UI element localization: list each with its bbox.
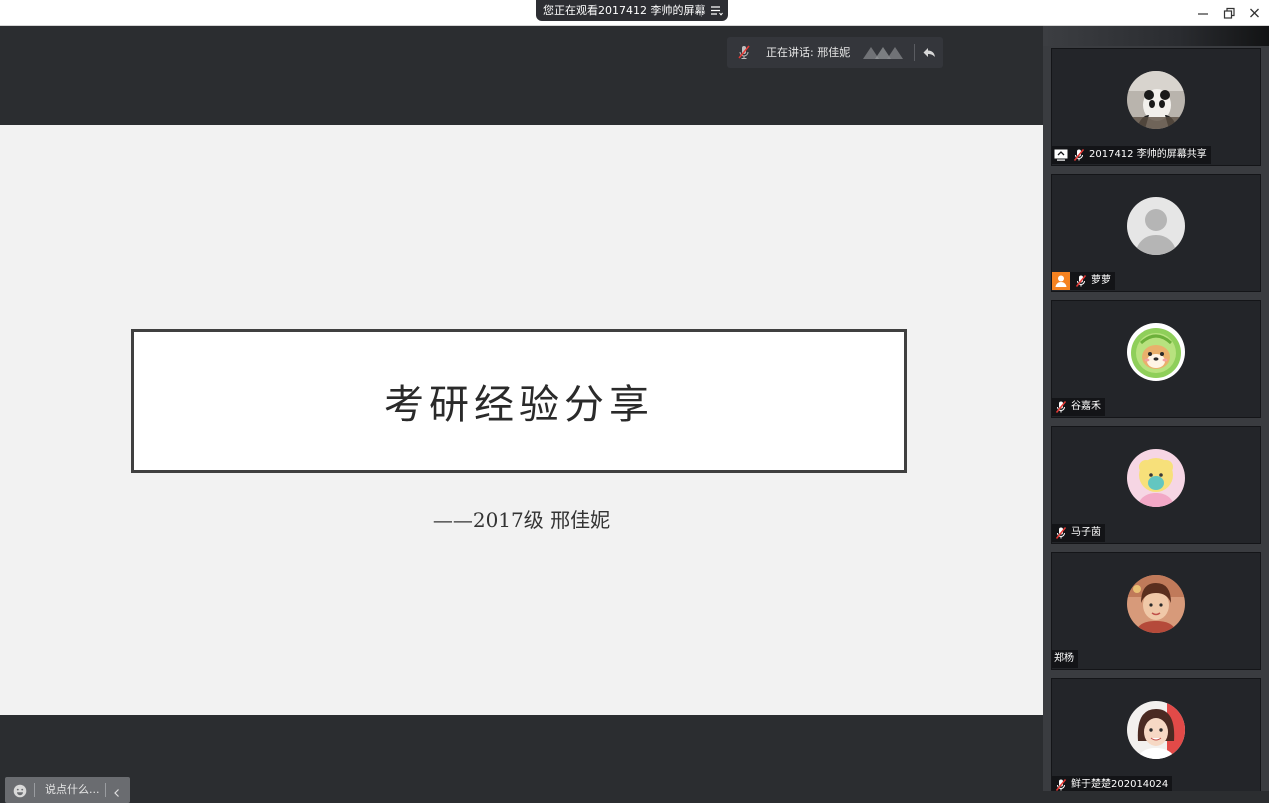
participant-name: 萝萝 (1091, 275, 1111, 286)
participant-name-tag: 鲜于楚楚202014024 (1052, 776, 1173, 791)
participant-name-tag: 萝萝 (1052, 272, 1115, 290)
speaking-label: 正在讲话: 邢佳妮 (766, 46, 851, 59)
avatar (1127, 197, 1185, 255)
participant-tile[interactable]: 谷嘉禾 (1051, 300, 1261, 418)
mic-muted-icon (736, 44, 752, 60)
chat-input[interactable]: 说点什么... (5, 777, 130, 803)
slide-title-box: 考研经验分享 (131, 329, 907, 473)
participant-tile[interactable]: 马子茵 (1051, 426, 1261, 544)
list-menu-icon[interactable] (708, 0, 724, 21)
participant-name-tag: 谷嘉禾 (1052, 398, 1105, 416)
panel-header (1043, 26, 1269, 46)
return-arrow-icon[interactable] (921, 44, 938, 61)
divider (105, 783, 106, 797)
title-bar: 您正在观看2017412 李帅的屏幕 (0, 0, 1269, 26)
slide-title: 考研经验分享 (384, 382, 654, 428)
mic-muted-icon (1054, 778, 1068, 791)
chat-placeholder: 说点什么... (45, 783, 100, 796)
slide-subtitle: ——2017级 邢佳妮 (432, 508, 611, 532)
participant-name: 鲜于楚楚202014024 (1071, 779, 1169, 790)
host-icon (1052, 272, 1070, 290)
mic-muted-icon (1072, 148, 1086, 162)
avatar (1127, 701, 1185, 759)
participant-tile[interactable]: 2017412 李帅的屏幕共享 (1051, 48, 1261, 166)
screen-share-icon (1054, 149, 1068, 161)
participant-panel: 2017412 李帅的屏幕共享 萝萝 谷嘉禾 马子茵 郑杨 鲜于楚楚202014… (1043, 26, 1269, 791)
divider (914, 44, 915, 61)
participant-name: 郑杨 (1054, 653, 1074, 664)
presentation-slide: 考研经验分享 ——2017级 邢佳妮 说点什么... (0, 125, 1043, 803)
emoji-icon[interactable] (13, 783, 27, 798)
participant-tile[interactable]: 郑杨 (1051, 552, 1261, 670)
shared-screen-area: 正在讲话: 邢佳妮 考研经验分享 ——2017级 邢佳妮 说点什么... (0, 26, 1043, 803)
restore-icon[interactable] (1219, 3, 1239, 23)
screen-share-notice-text: 您正在观看2017412 李帅的屏幕 (543, 4, 706, 17)
chevron-left-icon[interactable] (111, 784, 123, 797)
speaking-indicator: 正在讲话: 邢佳妮 (727, 37, 943, 68)
participant-tile[interactable]: 萝萝 (1051, 174, 1261, 292)
participant-name: 马子茵 (1071, 527, 1101, 538)
close-icon[interactable] (1245, 3, 1265, 23)
mic-muted-icon (1074, 274, 1088, 288)
avatar (1127, 71, 1185, 129)
minimize-icon[interactable] (1193, 3, 1213, 23)
participant-name-tag: 2017412 李帅的屏幕共享 (1052, 146, 1211, 164)
avatar (1127, 323, 1185, 381)
divider (701, 4, 702, 17)
avatar (1127, 449, 1185, 507)
participant-name: 谷嘉禾 (1071, 401, 1101, 412)
participant-name: 2017412 李帅的屏幕共享 (1089, 149, 1207, 160)
participant-name-tag: 马子茵 (1052, 524, 1105, 542)
avatar (1127, 575, 1185, 633)
mic-muted-icon (1054, 526, 1068, 540)
participant-name-tag: 郑杨 (1052, 650, 1078, 668)
participant-tile[interactable]: 鲜于楚楚202014024 (1051, 678, 1261, 791)
mic-muted-icon (1054, 400, 1068, 414)
divider (34, 783, 35, 797)
speaker-avatars-blurred (861, 45, 905, 61)
screen-share-notice[interactable]: 您正在观看2017412 李帅的屏幕 (536, 0, 728, 21)
